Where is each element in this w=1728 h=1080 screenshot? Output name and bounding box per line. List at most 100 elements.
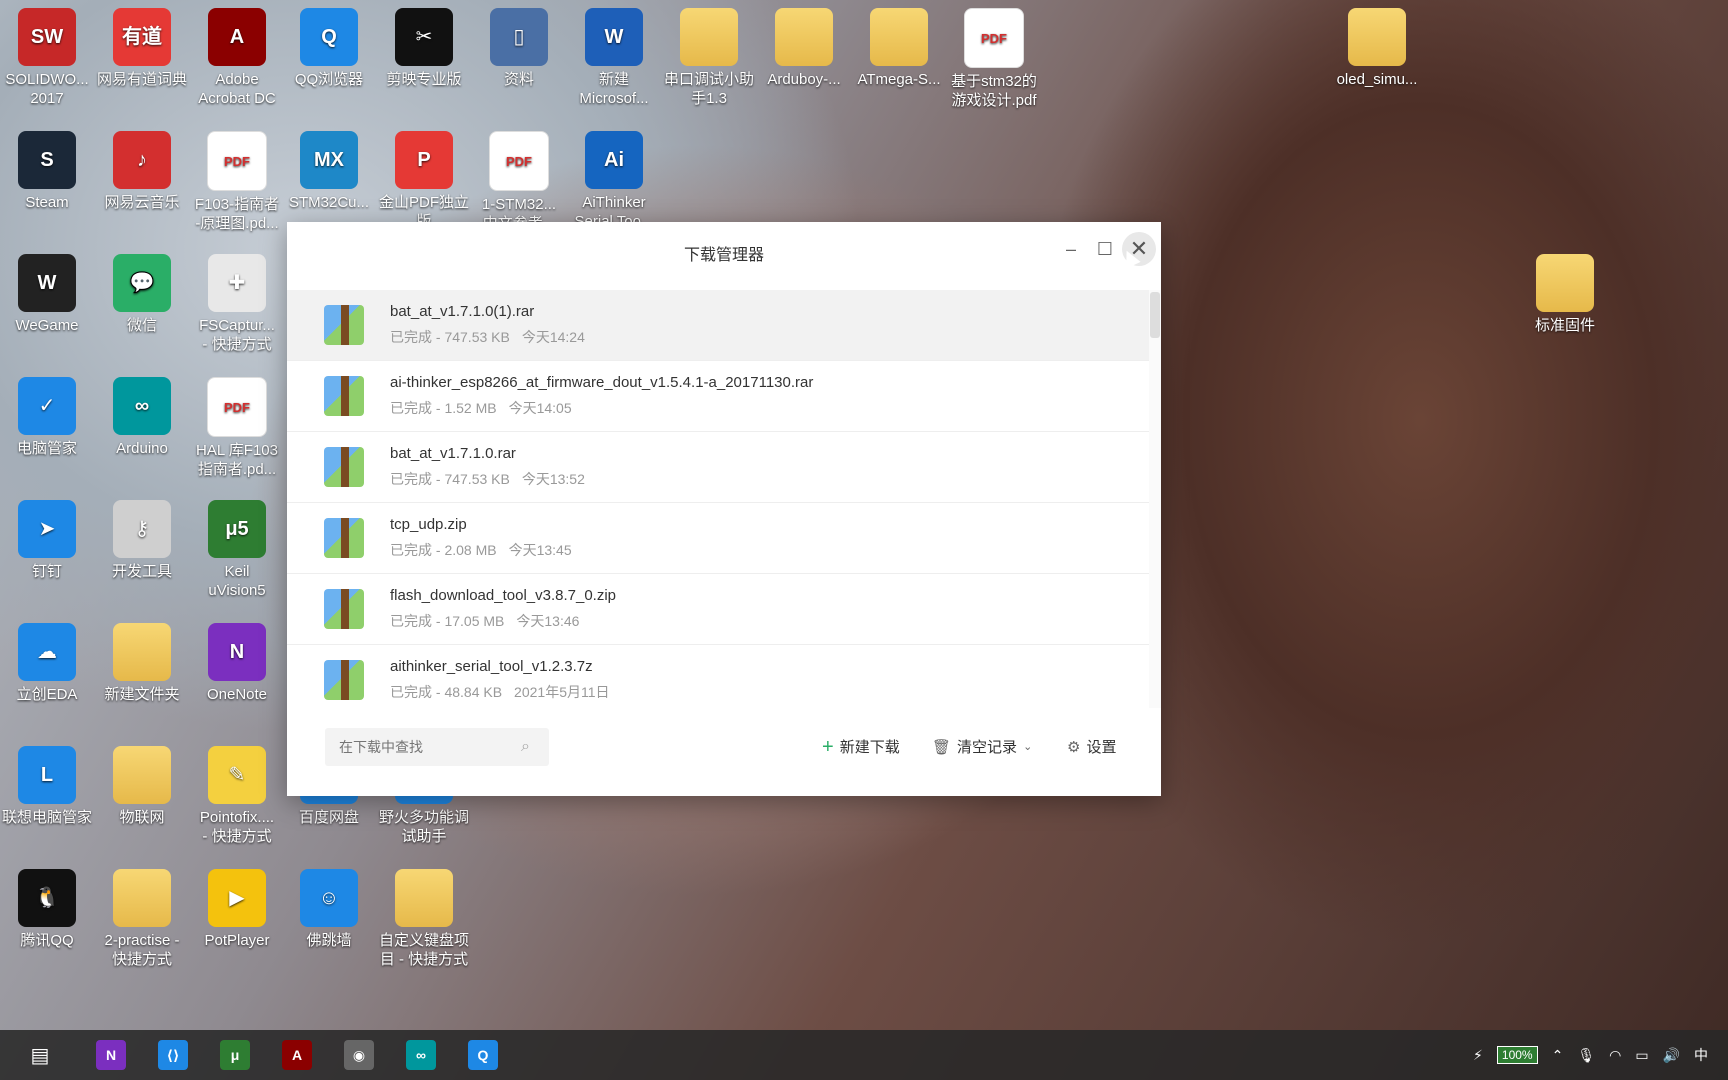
desktop-icon[interactable]: ⚷ 开发工具 [95,492,189,581]
desktop-icon[interactable]: ♪ 网易云音乐 [95,123,189,212]
desktop-icon[interactable]: MX STM32Cu... [282,123,376,212]
desktop-icon[interactable]: 2-practise - 快捷方式 [95,861,189,969]
acrobat-taskbar-icon[interactable]: A [266,1030,328,1080]
onenote-taskbar-icon[interactable]: N [80,1030,142,1080]
desktop-icon[interactable]: 🐧 腾讯QQ [0,861,94,950]
lenovo-manager-icon: L [18,746,76,804]
lceda-icon: ☁ [18,623,76,681]
clear-records-button[interactable]: 🗑 清空记录 ⌄ [932,736,1032,757]
desktop-icon[interactable]: Q QQ浏览器 [282,0,376,89]
desktop-icon[interactable]: ✂ 剪映专业版 [377,0,471,89]
search-box[interactable]: ⌕ [325,728,549,766]
power-plug-icon[interactable]: ⚡ [1473,1047,1483,1064]
youdao-icon: 有道 [113,8,171,66]
webcam-taskbar-icon[interactable]: ◉ [328,1030,390,1080]
qq-browser-icon: Q [300,8,358,66]
desktop-icon[interactable]: PDF1-STM32...中文参考... [472,123,566,233]
desktop-icon-label: Pointofix.... - 快捷方式 [199,809,275,845]
desktop-icon[interactable]: ▯ 资料 [472,0,566,89]
desktop-icon[interactable]: ∞ Arduino [95,369,189,458]
desktop-icon[interactable]: P金山PDF独立版 [377,123,471,231]
wifi-icon[interactable]: ◠ [1609,1047,1621,1064]
desktop-icon[interactable]: 自定义键盘项目 - 快捷方式 [377,861,471,969]
desktop-icon[interactable]: ✓ 电脑管家 [0,369,94,458]
desktop-icon[interactable]: 物联网 [95,738,189,827]
download-row[interactable]: flash_download_tool_v3.8.7_0.zip 已完成 - 17… [287,574,1149,645]
desktop-icon[interactable]: N OneNote [190,615,284,704]
desktop-icon-label: 立创EDA [16,686,78,703]
desktop-icon-label: 2-practise - 快捷方式 [104,932,180,968]
desktop-icon[interactable]: oled_simu... [1330,0,1424,89]
desktop-icon[interactable]: AiAiThinkerSerial Too... [567,123,661,231]
download-row[interactable]: bat_at_v1.7.1.0.rar 已完成 - 747.53 KB 今天13:5… [287,432,1149,503]
scrollbar[interactable] [1149,290,1161,708]
desktop-icon-label: 佛跳墙 [306,932,352,949]
scrollbar-thumb[interactable] [1150,292,1160,338]
desktop-icon[interactable]: A Adobe Acrobat DC [190,0,284,108]
task-view-button[interactable]: ▤ [0,1030,80,1080]
desktop-icon-label: 腾讯QQ [20,932,74,949]
clear-records-label: 清空记录 [957,739,1018,756]
desktop-icon-label: 自定义键盘项目 - 快捷方式 [378,932,469,968]
steam-icon: S [18,131,76,189]
desktop-icon[interactable]: 标准固件 [1518,246,1612,335]
folder-icon [1348,8,1406,66]
desktop-icon-label: WeGame [15,317,79,334]
desktop-icon[interactable]: ATmega-S... [852,0,946,89]
desktop-icon[interactable]: PDF 基于stm32的 游戏设计.pdf [947,0,1041,110]
desktop-icon[interactable]: PDF F103-指南者 -原理图.pd... [190,123,284,233]
desktop-icon[interactable]: L 联想电脑管家 [0,738,94,827]
pc-manager-icon: ✓ [18,377,76,435]
new-download-button[interactable]: + 新建下载 [822,736,900,757]
desktop-icon[interactable]: 💬 微信 [95,246,189,335]
qq-browser-taskbar-icon[interactable]: Q [452,1030,514,1080]
settings-button[interactable]: ⚙ 设置 [1067,736,1116,757]
desktop-icon[interactable]: S Steam [0,123,94,212]
battery-indicator[interactable]: 100% [1496,1046,1538,1064]
keil-taskbar-icon[interactable]: μ [204,1030,266,1080]
desktop-icon[interactable]: ✚ FSCaptur... - 快捷方式 [190,246,284,354]
arduino-icon: ∞ [113,377,171,435]
desktop-icon[interactable]: μ5 Keil uVision5 [190,492,284,600]
download-status: 已完成 - 747.53 KB [390,471,510,487]
chevron-up-icon[interactable]: ⌃ [1552,1047,1564,1064]
desktop-icon[interactable]: ➤ 钉钉 [0,492,94,581]
download-row[interactable]: aithinker_serial_tool_v1.2.3.7z 已完成 - 48.… [287,645,1149,708]
desktop-icon[interactable]: 串口调试小助 手1.3 [662,0,756,108]
search-input[interactable] [337,738,511,756]
word-doc-icon: W [585,8,643,66]
folder-icon [113,746,171,804]
battery-icon[interactable]: ▭ [1635,1047,1648,1064]
vscode-taskbar-icon[interactable]: ⟨⟩ [142,1030,204,1080]
taskbar: ▤ N ⟨⟩ μ A ◉ ∞ Q ⚡ 100% ⌃ 🎙 ◠ ▭ 🔊 中 [0,1030,1728,1080]
download-row[interactable]: bat_at_v1.7.1.0(1).rar 已完成 - 747.53 KB 今天1… [287,290,1149,361]
desktop-icon[interactable]: ✎ Pointofix.... - 快捷方式 [190,738,284,846]
volume-icon[interactable]: 🔊 [1663,1047,1680,1064]
pdf-file-icon: PDF [207,131,267,191]
download-status: 已完成 - 1.52 MB [390,400,497,416]
desktop-icon[interactable]: ☺ 佛跳墙 [282,861,376,950]
desktop-icon[interactable]: W WeGame [0,246,94,335]
download-time: 今天14:24 [521,329,585,345]
download-row[interactable]: tcp_udp.zip 已完成 - 2.08 MB 今天13:45 [287,503,1149,574]
maximize-button[interactable]: ☐ [1088,232,1122,266]
taskbar-apps: N ⟨⟩ μ A ◉ ∞ Q [80,1030,514,1080]
desktop-icon[interactable]: Arduboy-... [757,0,851,89]
search-icon[interactable]: ⌕ [521,738,530,756]
desktop-icon[interactable]: W 新建 Microsof... [567,0,661,108]
arduino-taskbar-icon[interactable]: ∞ [390,1030,452,1080]
download-info: tcp_udp.zip 已完成 - 2.08 MB 今天13:45 [390,516,584,560]
download-row[interactable]: ai-thinker_esp8266_at_firmware_dout_v1.5… [287,361,1149,432]
ime-indicator[interactable]: 中 [1694,1045,1708,1065]
microphone-icon[interactable]: 🎙 [1577,1047,1595,1064]
file-name: ai-thinker_esp8266_at_firmware_dout_v1.5… [390,374,814,391]
stm32cube-icon: MX [300,131,358,189]
minimize-button[interactable]: – [1054,232,1088,266]
desktop-icon-label: 资料 [503,71,534,88]
desktop-icon[interactable]: 有道 网易有道词典 [95,0,189,89]
desktop-icon[interactable]: ☁ 立创EDA [0,615,94,704]
desktop-icon[interactable]: ▶ PotPlayer [190,861,284,950]
desktop-icon[interactable]: PDF HAL 库F103 指南者.pd... [190,369,284,479]
desktop-icon[interactable]: 新建文件夹 [95,615,189,704]
desktop-icon[interactable]: SW SOLIDWO... 2017 [0,0,94,108]
